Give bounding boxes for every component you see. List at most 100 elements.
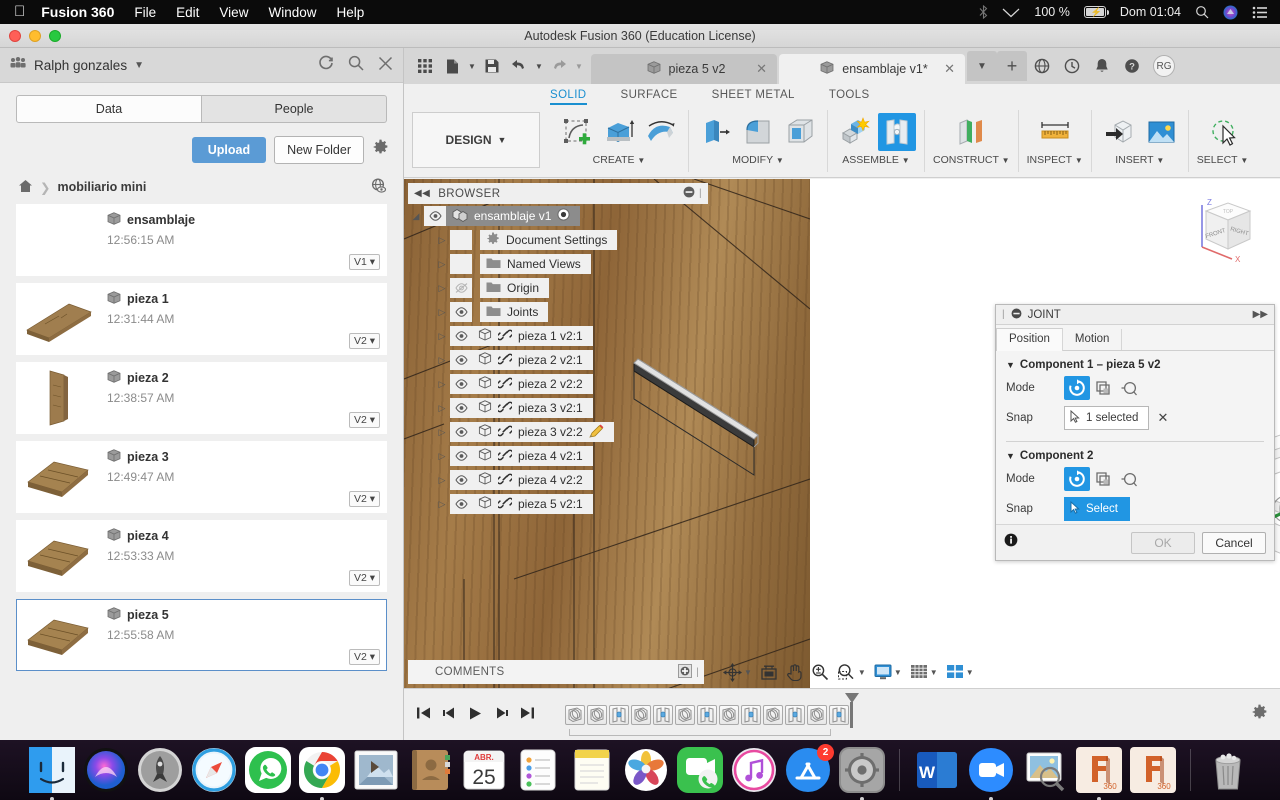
chevron-down-icon[interactable]: ▼: [1002, 156, 1010, 165]
siri-icon[interactable]: [1223, 5, 1238, 20]
step-forward-icon[interactable]: [494, 706, 509, 723]
dock-item-app-store[interactable]: 2: [785, 744, 834, 793]
chevron-down-icon[interactable]: ▼: [930, 668, 938, 677]
control-center-icon[interactable]: [1252, 6, 1268, 19]
chevron-down-icon[interactable]: ▼: [902, 156, 910, 165]
document-tab-ensamblaje[interactable]: ensamblaje v1* ✕: [779, 54, 965, 84]
menu-app-name[interactable]: Fusion 360: [41, 4, 114, 20]
data-file-item[interactable]: pieza 2 12:38:57 AM V2 ▾: [16, 362, 387, 434]
expand-triangle-icon[interactable]: ▷: [434, 475, 450, 486]
revolve-icon[interactable]: [642, 113, 680, 151]
close-tab-icon[interactable]: ✕: [756, 61, 767, 77]
display-settings-icon[interactable]: ▼: [871, 660, 905, 684]
ribbon-tab-solid[interactable]: SOLID: [550, 89, 587, 105]
expand-triangle-icon[interactable]: ▷: [434, 307, 450, 318]
dock-item-word[interactable]: W: [914, 747, 960, 793]
component2-section-header[interactable]: ▼ Component 2: [996, 442, 1274, 464]
dock-item-fusion-360[interactable]: 360: [1076, 747, 1122, 800]
eye-icon[interactable]: [450, 350, 472, 370]
ok-button[interactable]: OK: [1131, 531, 1195, 554]
tree-node-pill[interactable]: pieza 4 v2:2: [472, 470, 593, 490]
expand-triangle-icon[interactable]: ▷: [434, 259, 450, 270]
timeline-feature-joint[interactable]: [631, 704, 651, 725]
data-file-list[interactable]: ensamblaje 12:56:15 AM V1 ▾ pieza 1 12:31:44…: [16, 204, 387, 671]
account-name[interactable]: Ralph gonzales: [34, 58, 127, 73]
avatar[interactable]: RG: [1153, 55, 1175, 77]
dock-item-contacts[interactable]: [407, 747, 453, 793]
component1-snap-field[interactable]: 1 selected: [1064, 406, 1150, 430]
activate-component-radio[interactable]: [557, 208, 570, 224]
fillet-icon[interactable]: [739, 113, 777, 151]
data-file-item[interactable]: pieza 1 12:31:44 AM V2 ▾: [16, 283, 387, 355]
timeline-feature-joint[interactable]: [763, 704, 783, 725]
expand-triangle-icon[interactable]: ◢: [408, 211, 424, 222]
component1-section-header[interactable]: ▼ Component 1 – pieza 5 v2: [996, 351, 1274, 373]
chevron-down-icon[interactable]: ▼: [776, 156, 784, 165]
redo-dropdown-icon[interactable]: ▼: [573, 53, 585, 79]
add-comment-icon[interactable]: [678, 663, 693, 681]
timeline-feature-joint[interactable]: [587, 704, 607, 725]
tree-node-pill[interactable]: Origin: [480, 278, 550, 298]
chevron-down-icon[interactable]: ▼: [498, 135, 507, 145]
undo-icon[interactable]: [506, 53, 532, 79]
version-badge[interactable]: V1 ▾: [348, 254, 380, 270]
press-pull-icon[interactable]: [697, 113, 735, 151]
chevron-down-icon[interactable]: ▼: [858, 668, 866, 677]
chevron-down-icon[interactable]: ▼: [1156, 156, 1164, 165]
menu-edit[interactable]: Edit: [176, 5, 199, 20]
home-icon[interactable]: [18, 179, 33, 196]
bluetooth-icon[interactable]: [979, 5, 988, 19]
quick-access-toolbar[interactable]: ▼ ▼ ▼: [404, 48, 591, 84]
step-back-icon[interactable]: [442, 706, 457, 723]
upload-button[interactable]: Upload: [191, 137, 267, 163]
save-icon[interactable]: [479, 53, 505, 79]
expand-triangle-icon[interactable]: ▷: [434, 379, 450, 390]
timeline-feature-joint[interactable]: [807, 704, 827, 725]
cancel-button[interactable]: Cancel: [1202, 531, 1266, 554]
menu-window[interactable]: Window: [268, 5, 316, 20]
dock-item-calendar[interactable]: ABR. 25: [461, 747, 507, 793]
tree-node-pill[interactable]: pieza 4 v2:1: [472, 446, 593, 466]
dock-item-trash[interactable]: [1205, 747, 1251, 793]
version-badge[interactable]: V2 ▾: [348, 570, 380, 586]
dock-item-notes[interactable]: [569, 747, 615, 793]
expand-triangle-icon[interactable]: ▷: [434, 331, 450, 342]
chevron-down-icon[interactable]: ▼: [1006, 360, 1015, 370]
grid-icon[interactable]: [412, 53, 438, 79]
dock-item-zoom[interactable]: [968, 747, 1014, 800]
data-file-item[interactable]: pieza 3 12:49:47 AM V2 ▾: [16, 441, 387, 513]
skip-end-icon[interactable]: [520, 706, 535, 723]
timeline-bar[interactable]: [404, 688, 1280, 740]
chevron-down-icon[interactable]: ▼: [134, 60, 144, 71]
browser-tree-node[interactable]: ▷ Origin: [408, 276, 708, 300]
eye-off-icon[interactable]: [450, 278, 472, 298]
version-badge[interactable]: V2 ▾: [348, 491, 380, 507]
zoom-window-icon[interactable]: ▼: [834, 660, 869, 684]
timeline-feature-rigid-group[interactable]: [609, 704, 629, 725]
tree-node-pill[interactable]: Document Settings: [480, 230, 618, 250]
expand-triangle-icon[interactable]: ▷: [434, 355, 450, 366]
timeline-feature-rigid-group[interactable]: [653, 704, 673, 725]
eye-icon[interactable]: [450, 422, 472, 442]
menu-help[interactable]: Help: [336, 5, 364, 20]
dialog-drag-handle[interactable]: |: [1002, 309, 1005, 320]
chevron-down-icon[interactable]: ▼: [967, 51, 997, 81]
dock-item-launchpad[interactable]: [137, 747, 183, 793]
wifi-icon[interactable]: [1002, 6, 1020, 18]
dock-item-facetime[interactable]: [677, 747, 723, 793]
browser-minimize-icon[interactable]: [683, 186, 695, 201]
spotlight-icon[interactable]: [1195, 5, 1209, 19]
data-file-item[interactable]: pieza 4 12:53:33 AM V2 ▾: [16, 520, 387, 592]
timeline-playback-controls[interactable]: [404, 706, 547, 724]
tree-node-pill[interactable]: pieza 2 v2:2: [472, 374, 593, 394]
browser-tree-node[interactable]: ◢ ensamblaje v1: [408, 204, 708, 228]
version-badge[interactable]: V2 ▾: [348, 333, 380, 349]
collapse-left-icon[interactable]: ◀◀: [414, 188, 430, 199]
browser-tree-node[interactable]: ▷ pieza 2 v2:1: [408, 348, 708, 372]
shell-icon[interactable]: [781, 113, 819, 151]
tree-node-pill[interactable]: ensamblaje v1: [446, 206, 581, 226]
bell-icon[interactable]: [1087, 51, 1117, 81]
dock-item-finder[interactable]: [29, 747, 75, 800]
menu-view[interactable]: View: [219, 5, 248, 20]
chevron-down-icon[interactable]: ▼: [744, 668, 752, 677]
